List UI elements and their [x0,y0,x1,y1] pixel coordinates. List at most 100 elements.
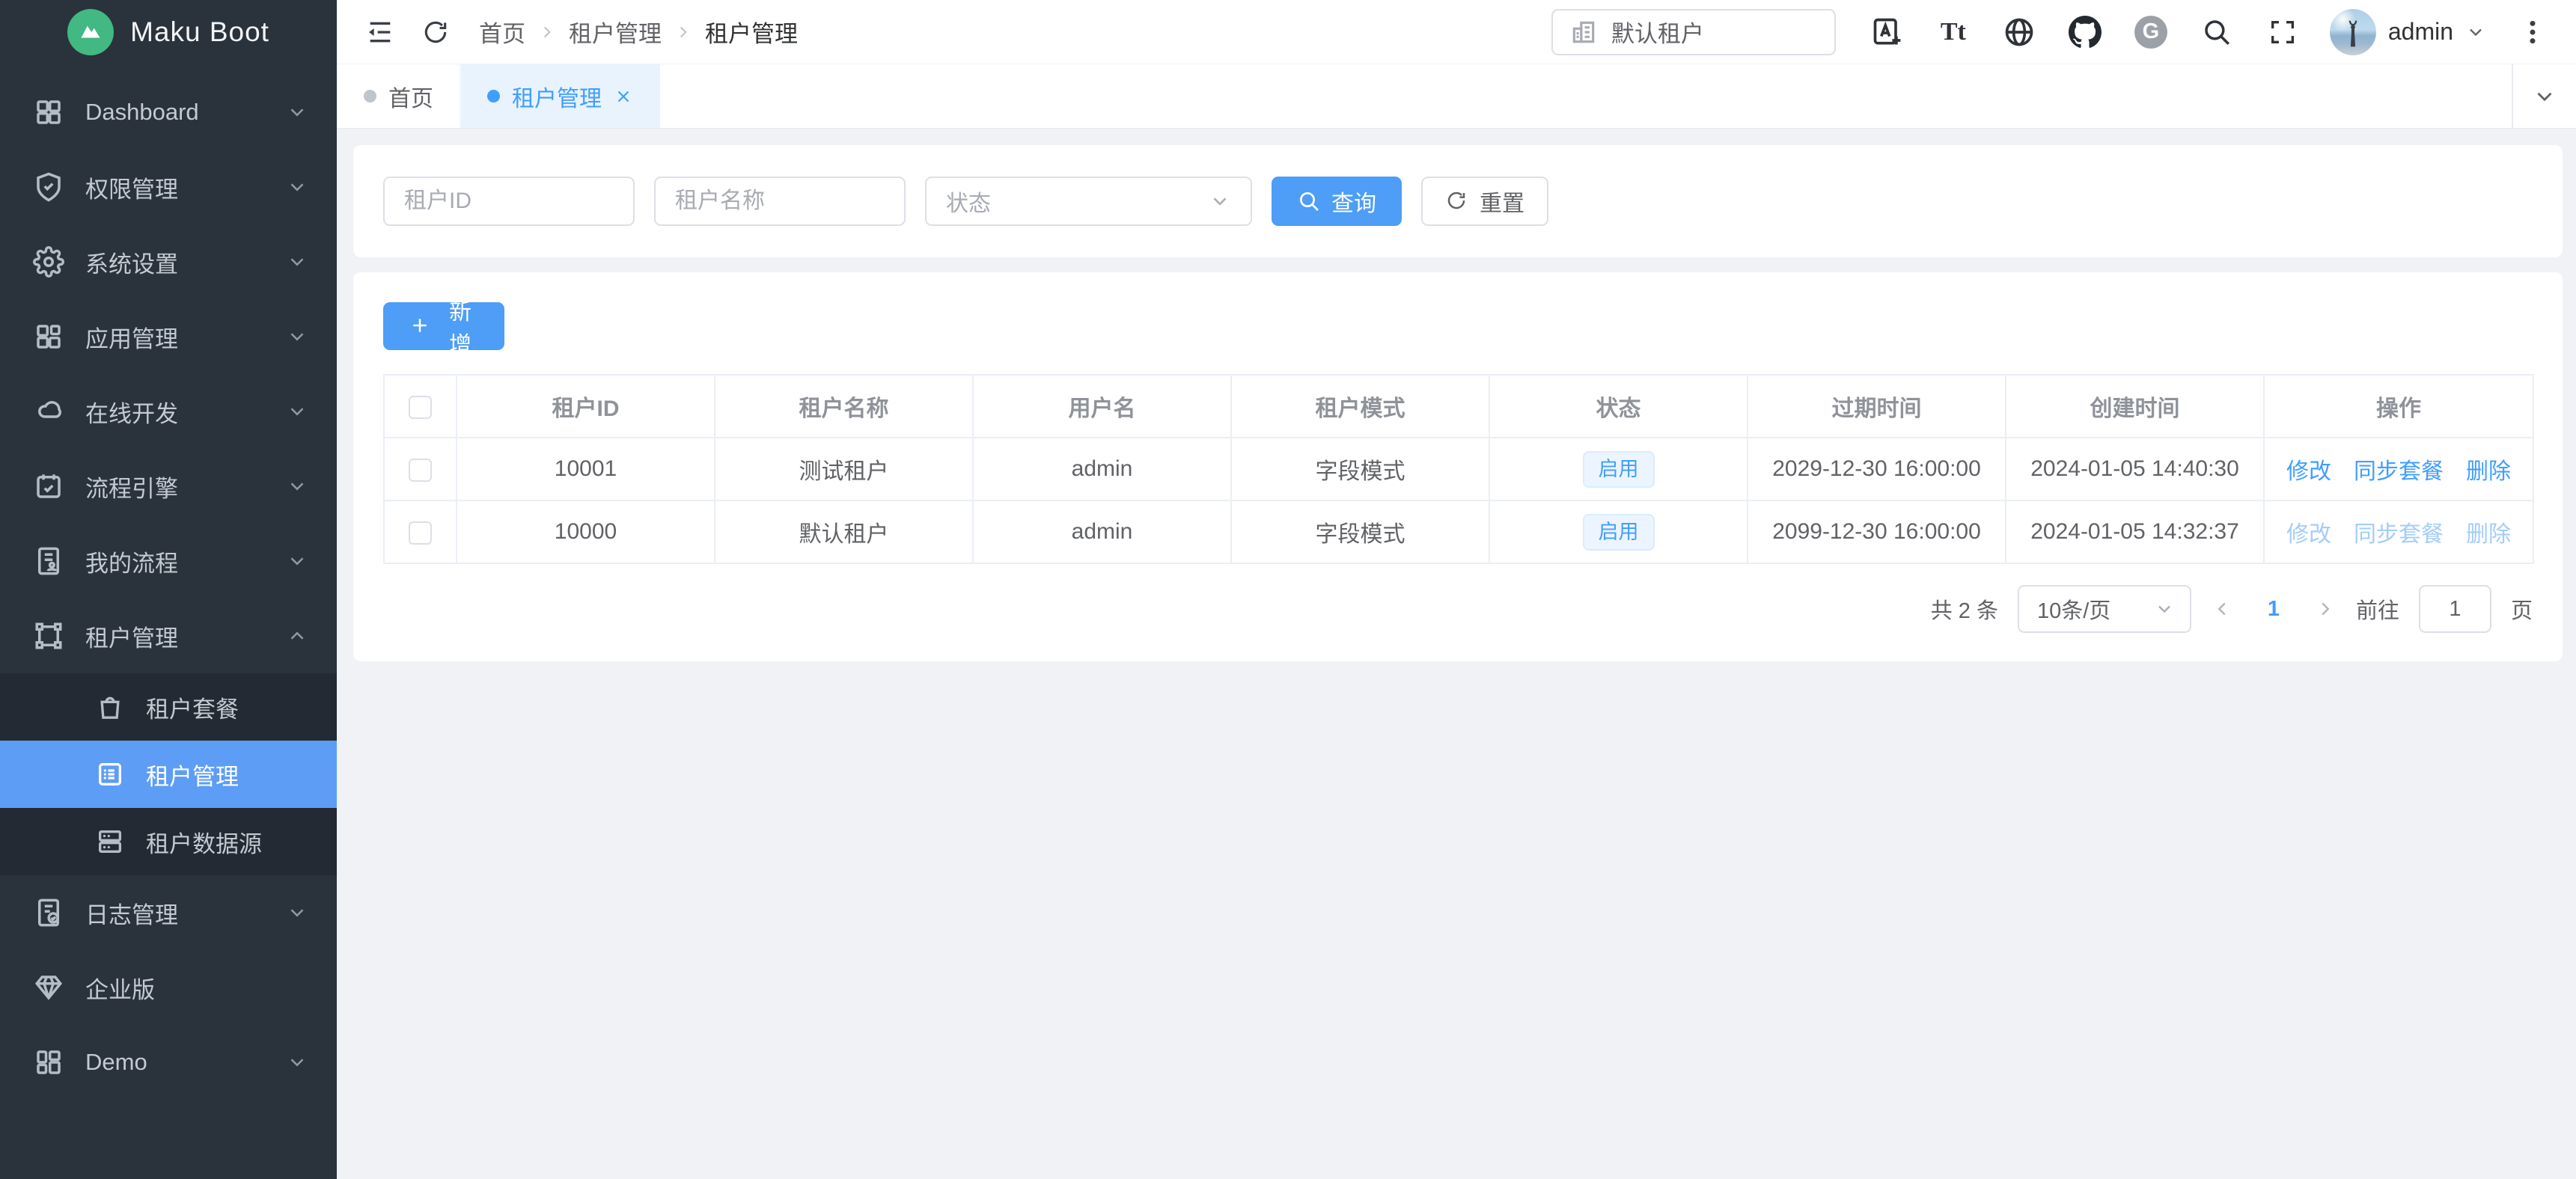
list-icon [95,759,125,789]
sidebar-item-online-dev[interactable]: 在线开发 [0,374,337,449]
cell-username: admin [973,500,1231,563]
chevron-right-icon [674,22,693,42]
username: admin [2388,18,2453,46]
breadcrumb-home[interactable]: 首页 [479,15,525,49]
cell-create-time: 2024-01-05 14:40:30 [2006,438,2264,500]
search-icon[interactable] [2200,15,2234,49]
goto-page-input[interactable] [2419,585,2491,633]
chevron-up-icon [286,625,308,647]
main-column: 首页 租户管理 租户管理 默认租户 Tt G [337,0,2576,1179]
status-badge: 启用 [1583,451,1655,488]
sidebar-item-workflow-engine[interactable]: 流程引擎 [0,449,337,524]
sidebar-item-label: 系统设置 [85,245,265,279]
chevron-down-icon [286,251,308,273]
breadcrumb-tenant-management[interactable]: 租户管理 [569,15,662,49]
chevron-down-icon [2465,22,2486,43]
bag-icon [95,692,125,722]
sidebar-item-app-management[interactable]: 应用管理 [0,299,337,374]
reset-button[interactable]: 重置 [1421,177,1548,226]
chevron-down-icon [286,1051,308,1074]
chevron-down-icon [286,176,308,198]
pagination: 共 2 条 10条/页 1 前往 页 [383,585,2533,633]
collapse-sidebar-button[interactable] [364,16,397,49]
next-page-button[interactable] [2314,598,2337,620]
tenant-id-input[interactable] [383,177,635,226]
translate-icon[interactable] [1870,15,1905,49]
row-checkbox[interactable] [409,459,432,482]
sidebar-item-log-management[interactable]: 日志管理 [0,875,337,950]
select-all-checkbox[interactable] [409,396,432,419]
breadcrumb: 首页 租户管理 租户管理 [479,15,798,49]
search-button[interactable]: 查询 [1272,177,1402,226]
cell-actions: 修改 同步套餐 删除 [2264,500,2533,563]
diamond-icon [33,972,64,1003]
page-number[interactable]: 1 [2253,597,2295,622]
grid-icon [33,97,64,128]
status-select[interactable]: 状态 [925,177,1252,226]
sidebar-subitem-tenant-datasource[interactable]: 租户数据源 [0,808,337,875]
sidebar-item-my-workflow[interactable]: 我的流程 [0,524,337,598]
goto-label: 前往 [2356,593,2399,625]
chevron-down-icon [286,901,308,924]
chevron-down-icon [286,475,308,497]
more-menu-icon[interactable] [2516,16,2549,49]
chevron-down-icon [286,550,308,572]
user-menu[interactable]: admin [2330,9,2486,55]
page-suffix: 页 [2511,593,2533,625]
tenant-name-input[interactable] [654,177,906,226]
tab-bar: 首页 租户管理 [337,64,2576,129]
cell-tenant-name: 测试租户 [715,438,973,500]
globe-icon[interactable] [2002,15,2036,49]
column-header: 状态 [1489,375,1748,438]
edit-link[interactable]: 修改 [2286,453,2331,486]
cell-actions: 修改 同步套餐 删除 [2264,438,2533,500]
github-icon[interactable] [2068,15,2102,49]
sidebar-item-dashboard[interactable]: Dashboard [0,75,337,150]
sidebar-subitem-tenant-management[interactable]: 租户管理 [0,741,337,808]
tab-tenant-management[interactable]: 租户管理 [460,64,660,128]
sync-package-link: 同步套餐 [2354,515,2444,548]
pagination-total: 共 2 条 [1931,593,1998,625]
cell-expire-time: 2099-12-30 16:00:00 [1748,500,2006,563]
page-size-value: 10条/页 [2037,593,2110,625]
font-size-icon[interactable]: Tt [1936,15,1971,49]
sidebar-item-label: 租户管理 [85,619,265,653]
refresh-icon [1445,189,1469,213]
tab-dot-icon [364,90,376,102]
sidebar-subitem-tenant-package[interactable]: 租户套餐 [0,673,337,741]
calendar-check-icon [33,471,64,502]
row-checkbox[interactable] [409,521,432,545]
page-size-select[interactable]: 10条/页 [2018,585,2191,633]
refresh-button[interactable] [419,16,452,49]
prev-page-button[interactable] [2211,598,2233,620]
cell-tenant-id: 10000 [457,500,715,563]
gitee-icon[interactable]: G [2134,15,2168,49]
tab-options-button[interactable] [2512,64,2576,128]
tenant-select[interactable]: 默认租户 [1551,9,1836,55]
windows-icon [33,1047,64,1078]
tab-home[interactable]: 首页 [337,64,460,128]
row-select-cell [384,438,457,500]
edit-link: 修改 [2286,515,2331,548]
sidebar-item-permissions[interactable]: 权限管理 [0,150,337,224]
sidebar-item-enterprise[interactable]: 企业版 [0,950,337,1025]
sidebar-item-tenant-management[interactable]: 租户管理 [0,598,337,673]
delete-link: 删除 [2466,515,2511,548]
sidebar-item-label: 我的流程 [85,545,265,578]
sync-package-link[interactable]: 同步套餐 [2354,453,2444,486]
logo-mountain-icon [67,9,114,55]
chevron-down-icon [2154,598,2175,619]
sidebar-item-label: Dashboard [85,99,265,126]
delete-link[interactable]: 删除 [2466,453,2511,486]
table-card: 新增 租户ID 租户名称 用户名 租户模式 状态 过期时间 创建时间 [353,272,2563,661]
close-icon[interactable] [614,87,633,106]
sidebar-item-system-settings[interactable]: 系统设置 [0,224,337,299]
filter-card: 状态 查询 重置 [353,145,2563,257]
sidebar-subitem-label: 租户数据源 [146,825,262,859]
sidebar-item-demo[interactable]: Demo [0,1025,337,1100]
cell-status: 启用 [1489,500,1748,563]
add-button[interactable]: 新增 [383,302,504,350]
tab-dot-icon [487,90,500,102]
fullscreen-icon[interactable] [2265,15,2300,49]
tabbar-spacer [660,64,2512,128]
